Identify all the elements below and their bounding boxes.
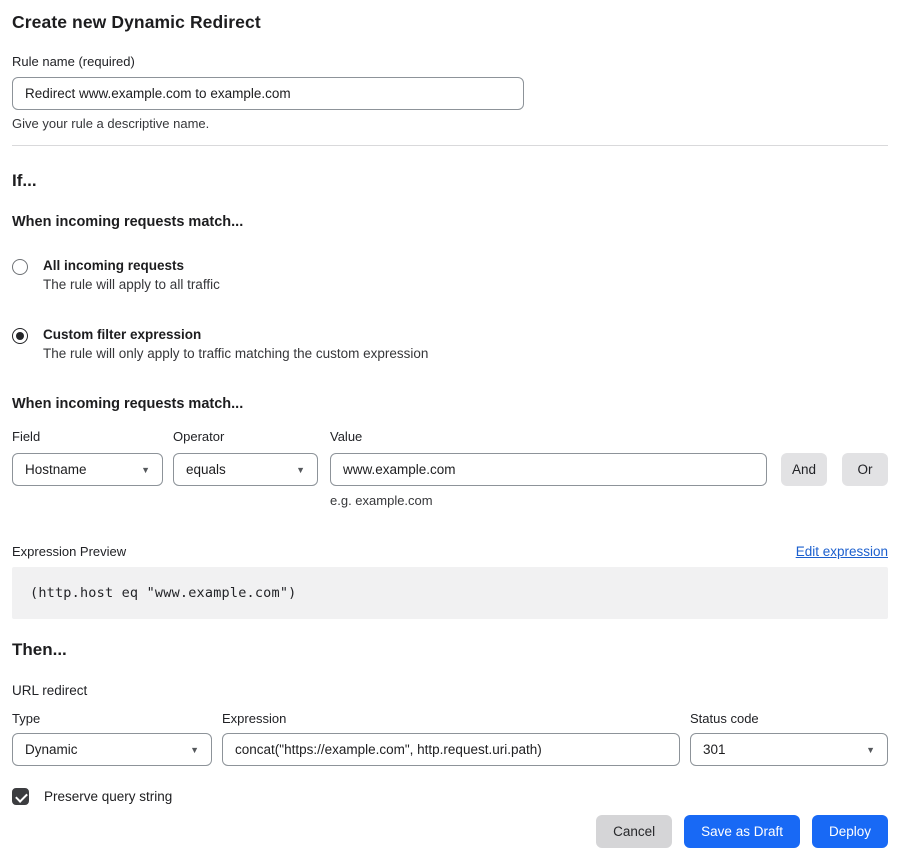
rule-name-help: Give your rule a descriptive name. (12, 116, 888, 131)
option-all-incoming-requests[interactable]: All incoming requests The rule will appl… (12, 258, 888, 292)
then-heading: Then... (12, 640, 888, 660)
rule-name-input[interactable] (12, 77, 524, 110)
then-labels: Type Expression Status code (12, 711, 888, 726)
rule-name-label: Rule name (required) (12, 54, 888, 69)
option-description: The rule will apply to all traffic (43, 277, 220, 292)
option-label: All incoming requests (43, 258, 220, 273)
custom-filter-expression-radio[interactable] (12, 328, 28, 344)
section-divider (12, 145, 888, 146)
url-redirect-label: URL redirect (12, 683, 888, 698)
preserve-query-row[interactable]: Preserve query string (12, 788, 888, 805)
expression-preview-code: (http.host eq "www.example.com") (12, 567, 888, 619)
operator-select-value: equals (186, 462, 226, 477)
matcher-heading: When incoming requests match... (12, 396, 888, 412)
option-label: Custom filter expression (43, 327, 428, 342)
all-incoming-requests-radio[interactable] (12, 259, 28, 275)
or-button[interactable]: Or (842, 453, 888, 486)
redirect-expression-input[interactable] (222, 733, 680, 766)
operator-select[interactable]: equals ▼ (173, 453, 318, 486)
footer-actions: Cancel Save as Draft Deploy (12, 815, 888, 848)
field-label: Field (12, 429, 173, 444)
operator-label: Operator (173, 429, 330, 444)
if-subheading: When incoming requests match... (12, 214, 888, 230)
chevron-down-icon: ▼ (866, 745, 875, 755)
chevron-down-icon: ▼ (190, 745, 199, 755)
save-as-draft-button[interactable]: Save as Draft (684, 815, 800, 848)
expression-preview-label: Expression Preview (12, 544, 126, 559)
and-button[interactable]: And (781, 453, 827, 486)
status-code-label: Status code (690, 711, 888, 726)
deploy-button[interactable]: Deploy (812, 815, 888, 848)
option-texts: Custom filter expression The rule will o… (43, 327, 428, 361)
value-help: e.g. example.com (330, 493, 888, 508)
if-heading: If... (12, 171, 888, 191)
type-select[interactable]: Dynamic ▼ (12, 733, 212, 766)
type-label: Type (12, 711, 222, 726)
condition-labels: Field Operator Value (12, 429, 888, 444)
status-code-select-value: 301 (703, 742, 726, 757)
expression-preview-header: Expression Preview Edit expression (12, 544, 888, 559)
expression-label: Expression (222, 711, 690, 726)
preserve-query-label: Preserve query string (44, 789, 172, 804)
then-row: Dynamic ▼ 301 ▼ (12, 733, 888, 766)
cancel-button[interactable]: Cancel (596, 815, 672, 848)
status-code-select[interactable]: 301 ▼ (690, 733, 888, 766)
field-select[interactable]: Hostname ▼ (12, 453, 163, 486)
preserve-query-checkbox[interactable] (12, 788, 29, 805)
option-texts: All incoming requests The rule will appl… (43, 258, 220, 292)
edit-expression-link[interactable]: Edit expression (796, 544, 888, 559)
type-select-value: Dynamic (25, 742, 78, 757)
value-input[interactable] (330, 453, 767, 486)
value-label: Value (330, 429, 888, 444)
option-custom-filter-expression[interactable]: Custom filter expression The rule will o… (12, 327, 888, 361)
create-redirect-form: Create new Dynamic Redirect Rule name (r… (0, 0, 907, 862)
option-description: The rule will only apply to traffic matc… (43, 346, 428, 361)
page-title: Create new Dynamic Redirect (12, 12, 888, 33)
chevron-down-icon: ▼ (296, 465, 305, 475)
field-select-value: Hostname (25, 462, 87, 477)
rule-name-section: Rule name (required) Give your rule a de… (12, 54, 888, 131)
condition-row: Hostname ▼ equals ▼ And Or (12, 453, 888, 486)
chevron-down-icon: ▼ (141, 465, 150, 475)
